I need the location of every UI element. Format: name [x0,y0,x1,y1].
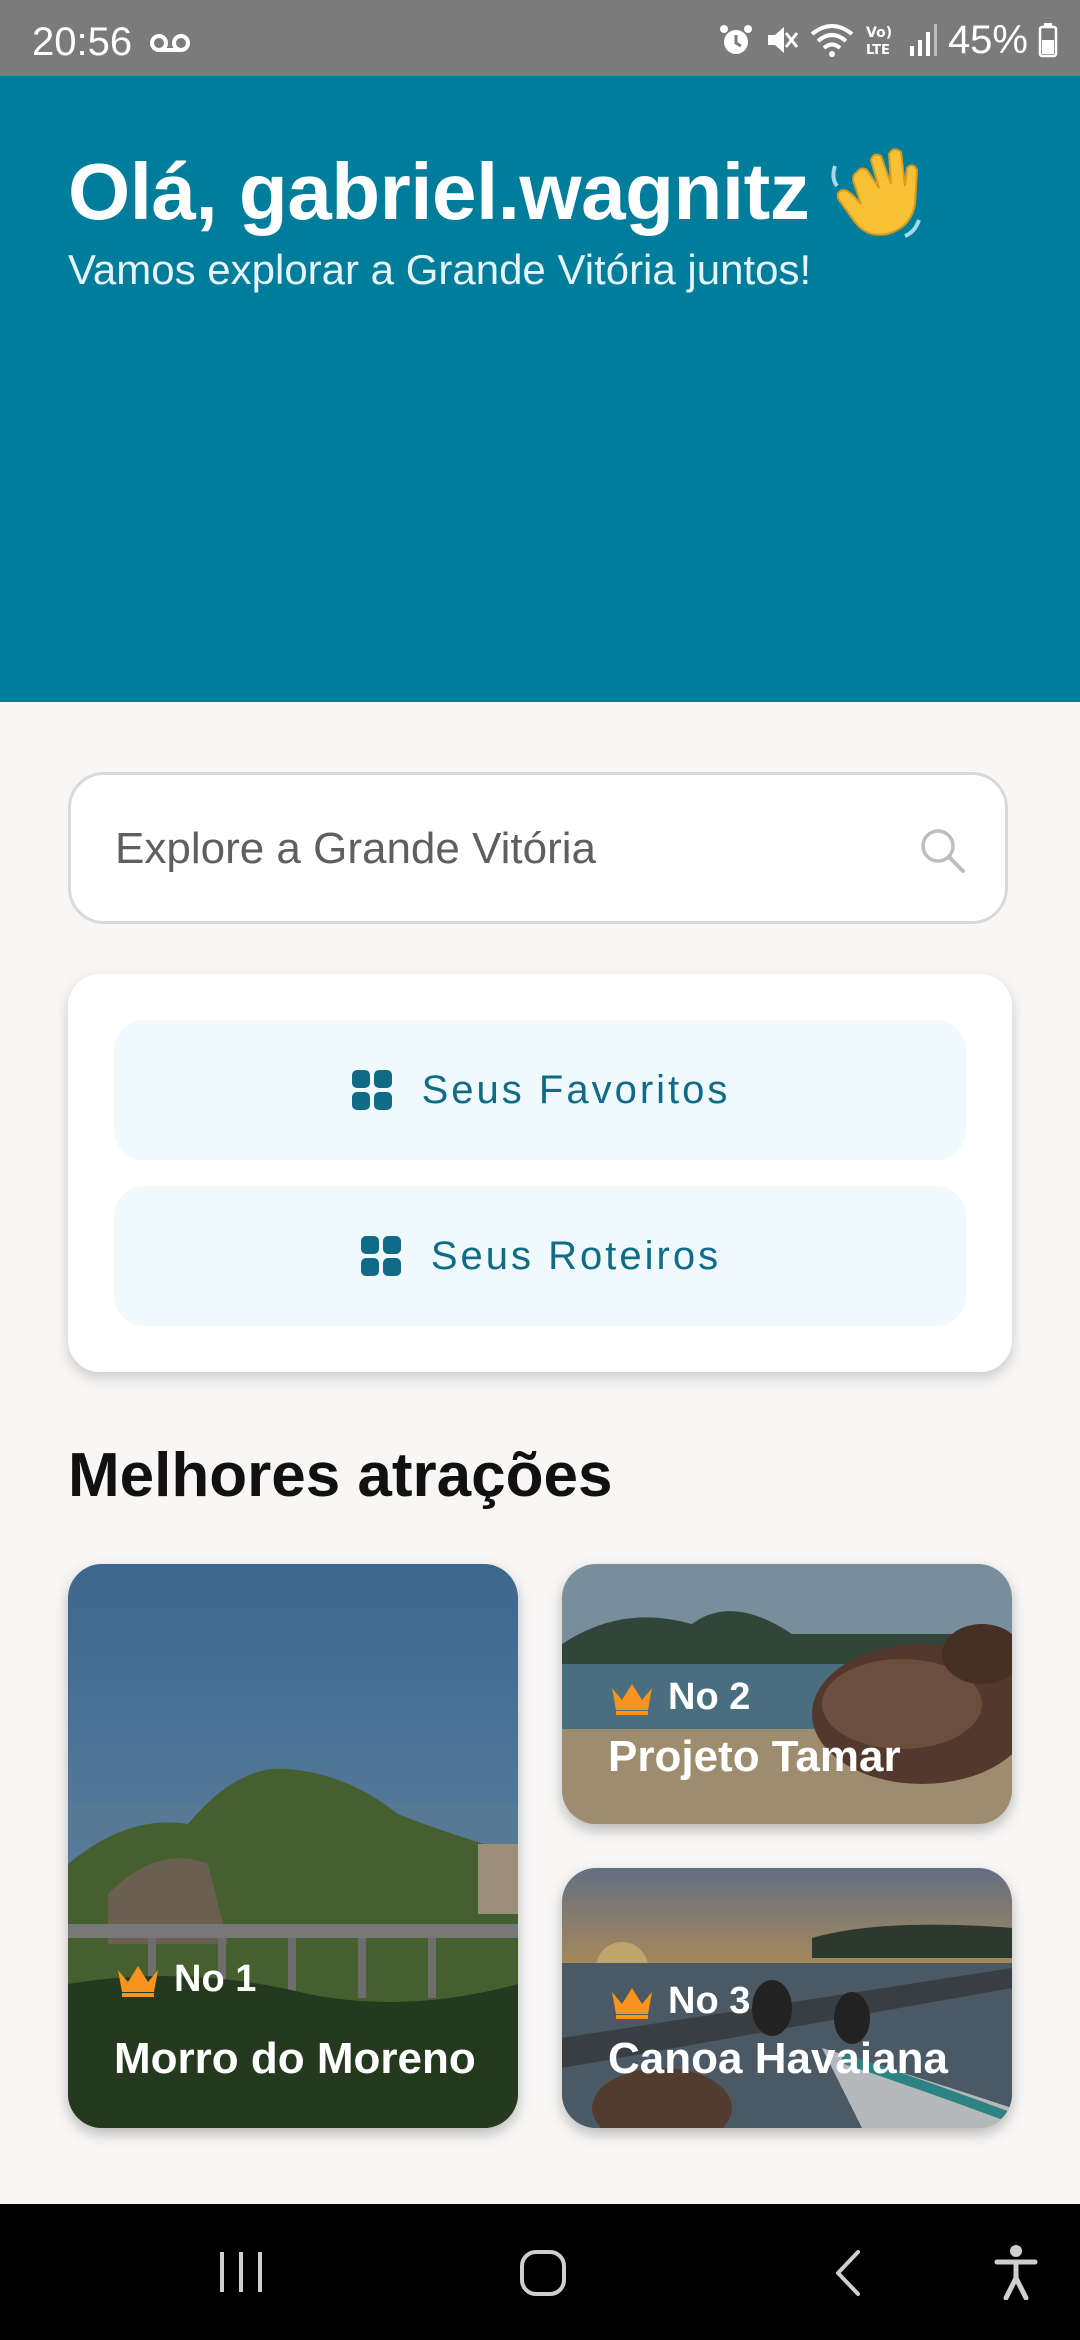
attraction-title: Morro do Moreno [114,2034,476,2083]
search-bar[interactable] [68,772,1008,924]
attraction-card-morro-do-moreno[interactable]: No 1 Morro do Moreno [68,1564,518,2128]
attraction-title: Projeto Tamar [608,1732,901,1781]
status-time: 20:56 [32,20,133,64]
battery-icon [1038,23,1058,58]
rank-text: No 1 [174,1958,257,2000]
rank-text: No 3 [668,1980,751,2022]
status-bar: 20:56 Vo) LTE 45% [0,0,1080,76]
svg-text:LTE: LTE [866,43,890,58]
crown-icon [612,1683,652,1715]
battery-level: 45% [947,17,1028,62]
section-title: Melhores atrações [68,1441,613,1510]
rank-badge: No 2 [608,1676,750,1719]
wifi-icon [810,24,854,57]
rank-text: No 2 [668,1676,751,1718]
signal-icon [909,24,937,56]
back-icon[interactable] [830,2248,866,2298]
attraction-card-canoa-havaiana[interactable]: No 3 Canoa Havaiana [562,1868,1012,2128]
waving-hand-icon [831,148,922,238]
crown-icon [612,1987,652,2019]
accessibility-icon[interactable] [994,2244,1038,2300]
welcome-header: Olá, gabriel.wagnitz Vamos explorar a Gr… [0,76,1080,702]
status-icons: Vo) LTE 45% [718,18,1058,62]
navigation-bar [0,2204,1080,2340]
attraction-title: Canoa Havaiana [608,2034,948,2083]
grid-icon [360,1236,401,1276]
voicemail-icon [150,34,190,52]
quick-actions-card: Seus Favoritos Seus Roteiros [68,974,1012,1372]
search-input[interactable] [113,775,897,923]
grid-icon [351,1070,392,1110]
itineraries-label: Seus Roteiros [430,1233,722,1278]
recent-apps-icon[interactable] [216,2250,266,2294]
alarm-icon [719,25,752,54]
mute-icon [767,27,799,53]
rank-badge: No 3 [608,1980,750,2023]
greeting-title: Olá, gabriel.wagnitz [68,142,927,242]
volte-icon: Vo) LTE [866,25,892,58]
home-icon[interactable] [518,2248,568,2298]
crown-icon [118,1965,158,1997]
greeting-subtitle: Vamos explorar a Grande Vitória juntos! [68,246,812,293]
search-icon[interactable] [917,825,967,875]
itineraries-button[interactable]: Seus Roteiros [114,1186,966,1326]
svg-text:Vo): Vo) [866,25,892,41]
attraction-card-projeto-tamar[interactable]: No 2 Projeto Tamar [562,1564,1012,1824]
greeting-text: Olá, gabriel.wagnitz [68,147,810,236]
rank-badge: No 1 [114,1958,256,2001]
favorites-label: Seus Favoritos [421,1067,731,1112]
favorites-button[interactable]: Seus Favoritos [114,1020,966,1160]
